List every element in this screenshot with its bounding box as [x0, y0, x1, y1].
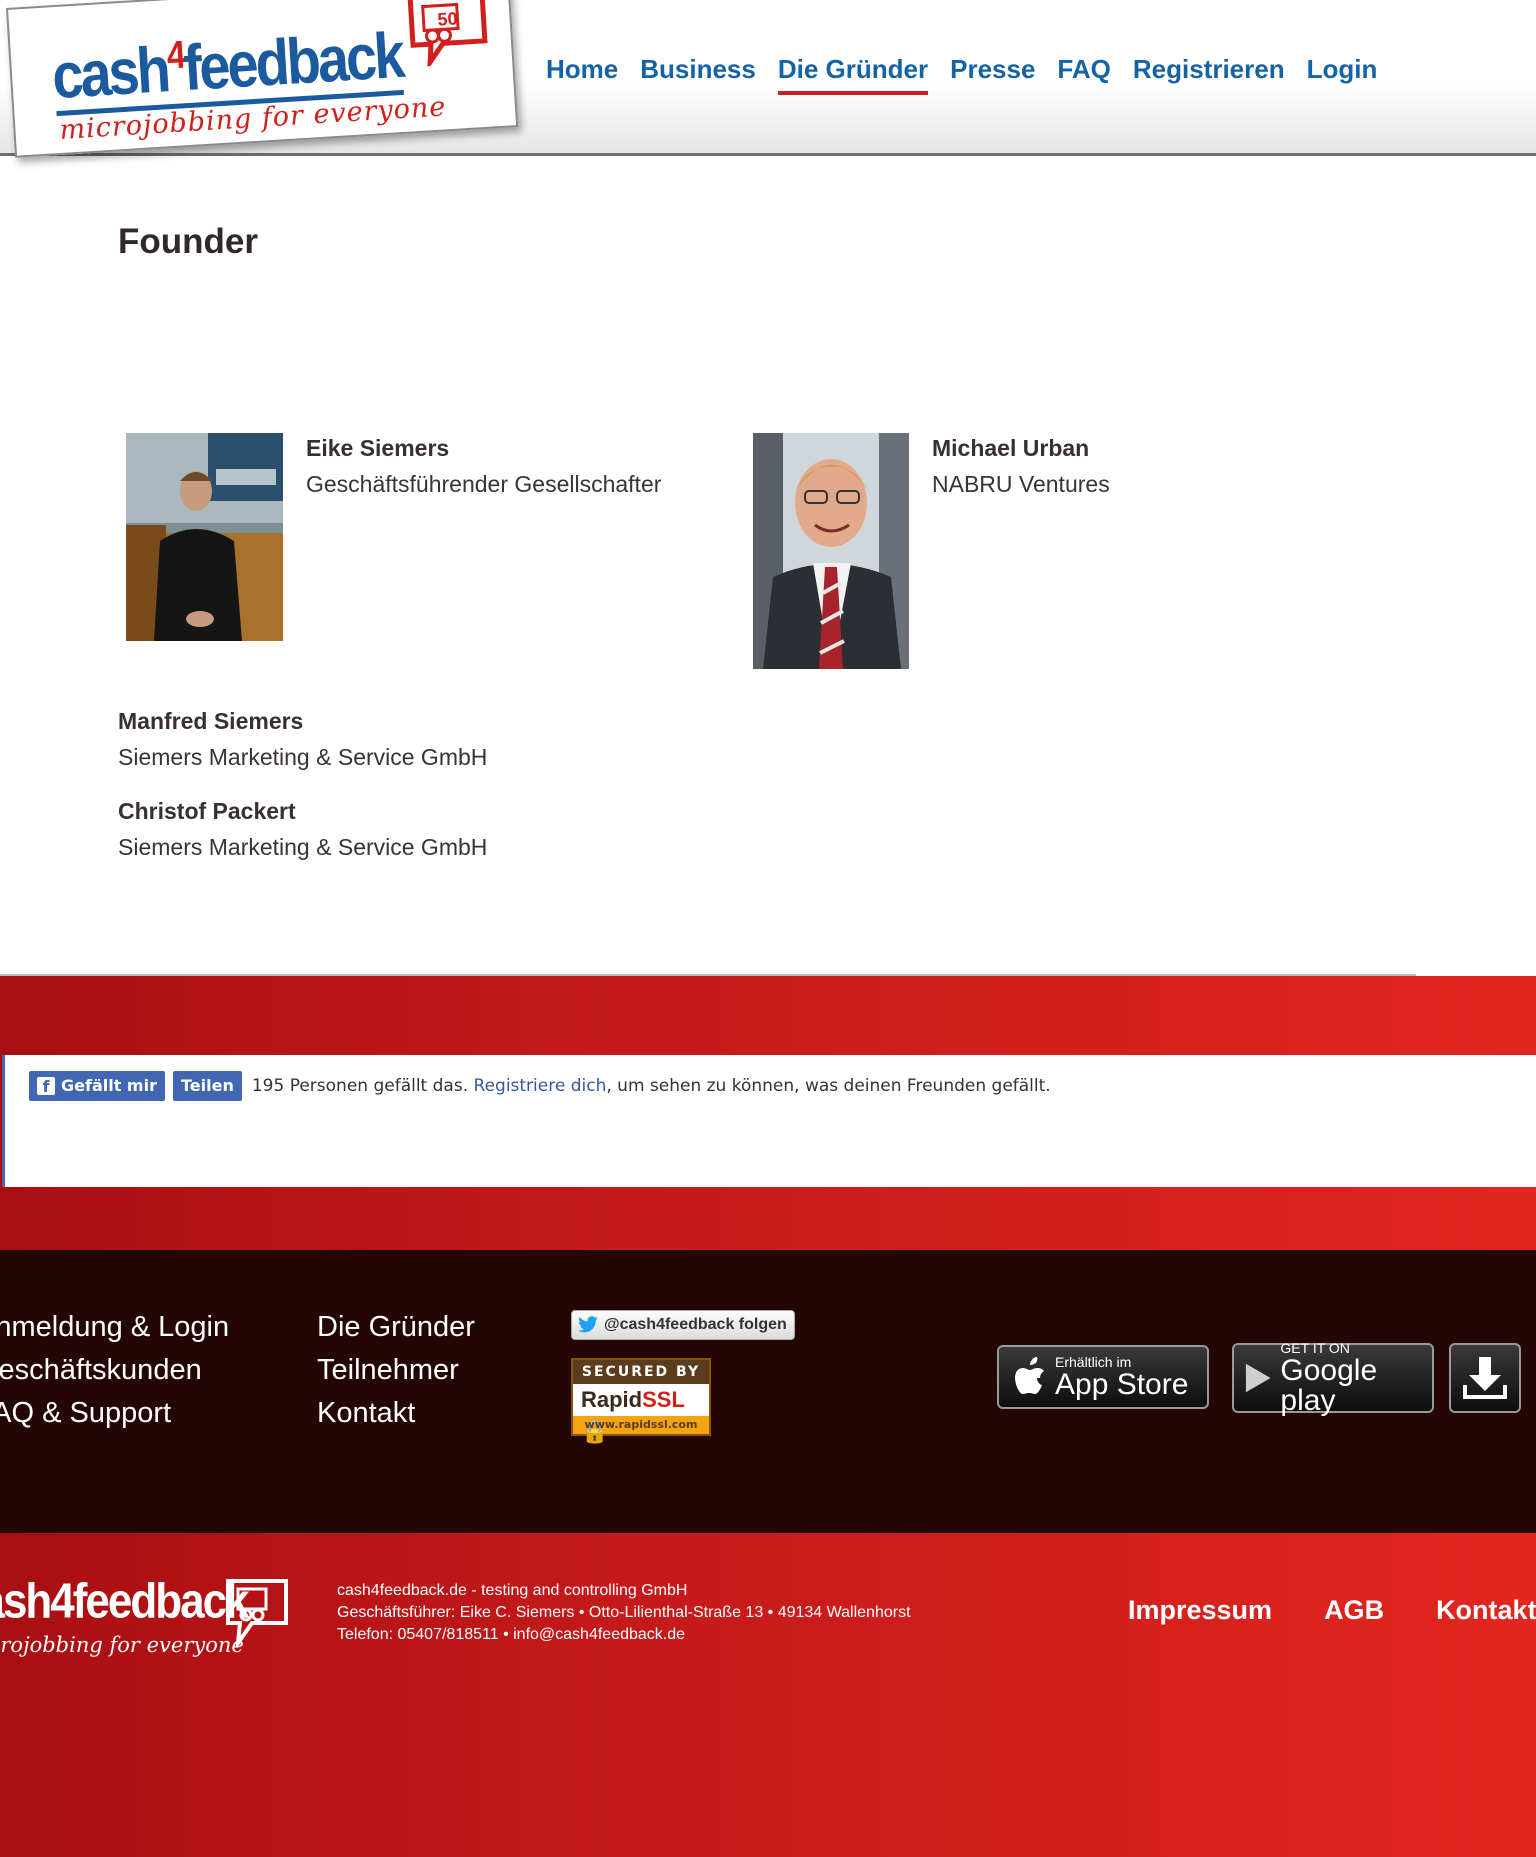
footer-col-1: Anmeldung & Login Geschäftskunden FAQ & … — [0, 1306, 229, 1435]
footer-link-faq-support[interactable]: FAQ & Support — [0, 1392, 229, 1435]
twitter-bird-icon — [578, 1316, 598, 1333]
facebook-like-text: 195 Personen gefällt das. Registriere di… — [251, 1076, 1051, 1096]
nav-home[interactable]: Home — [546, 54, 618, 95]
founder-photo-michael — [753, 433, 909, 669]
founder-role: NABRU Ventures — [932, 471, 1110, 497]
nav-presse[interactable]: Presse — [950, 54, 1035, 95]
footer-link-agb[interactable]: AGB — [1324, 1595, 1384, 1626]
nav-die-gruender[interactable]: Die Gründer — [777, 54, 929, 95]
nav-business[interactable]: Business — [640, 54, 756, 95]
footer-links-area: Anmeldung & Login Geschäftskunden FAQ & … — [0, 1250, 1536, 1533]
footer-link-kontakt-bottom[interactable]: Kontakt — [1436, 1595, 1536, 1626]
founder-card-eike: Eike Siemers Geschäftsführender Gesellsc… — [126, 433, 661, 641]
apple-icon — [1015, 1357, 1044, 1394]
site-logo[interactable]: cash4feedback microjobbing for everyone … — [6, 0, 519, 158]
download-icon — [1463, 1357, 1507, 1399]
footer-link-teilnehmer[interactable]: Teilnehmer — [317, 1349, 475, 1392]
founder-photo-eike — [126, 433, 283, 641]
footer-col-2: Die Gründer Teilnehmer Kontakt — [317, 1306, 475, 1435]
facebook-register-link[interactable]: Registriere dich — [474, 1076, 607, 1096]
facebook-like-box: f Gefällt mir Teilen 195 Personen gefäll… — [2, 1055, 1536, 1187]
site-header: cash4feedback microjobbing for everyone … — [0, 0, 1536, 158]
google-play-button[interactable]: GET IT ON Google play — [1232, 1340, 1434, 1416]
founder-name: Michael Urban — [932, 435, 1090, 461]
rapidssl-badge[interactable]: SECURED BY RapidSSL 🔒 www.rapidssl.com — [571, 1358, 711, 1444]
play-triangle-icon — [1245, 1363, 1271, 1393]
footer-link-geschaeftskunden[interactable]: Geschäftskunden — [0, 1349, 229, 1392]
nav-registrieren[interactable]: Registrieren — [1133, 54, 1285, 95]
founder-name: Manfred Siemers — [118, 708, 304, 734]
footer-link-impressum[interactable]: Impressum — [1128, 1595, 1272, 1626]
footer-logo[interactable]: cash4feedback microjobbing for everyone — [0, 1574, 298, 1677]
speech-bubble-icon — [226, 1579, 288, 1647]
speech-bubble-icon: 50 — [407, 0, 488, 68]
company-address: cash4feedback.de - testing and controlli… — [337, 1582, 911, 1643]
footer-link-kontakt[interactable]: Kontakt — [317, 1392, 475, 1435]
facebook-share-button[interactable]: Teilen — [172, 1071, 242, 1101]
bubble-number: 50 — [437, 8, 458, 29]
legal-links: Impressum AGB Kontakt — [1128, 1595, 1536, 1626]
app-store-button[interactable]: Erhältlich im App Store — [997, 1345, 1209, 1409]
footer-link-die-gruender[interactable]: Die Gründer — [317, 1306, 475, 1349]
page: cash4feedback microjobbing for everyone … — [0, 0, 1536, 1857]
facebook-like-button[interactable]: f Gefällt mir — [29, 1071, 165, 1101]
footer-link-anmeldung[interactable]: Anmeldung & Login — [0, 1306, 229, 1349]
nav-faq[interactable]: FAQ — [1057, 54, 1110, 95]
founder-name: Christof Packert — [118, 798, 296, 824]
founder-card-michael: Michael Urban NABRU Ventures — [753, 433, 1110, 669]
download-button[interactable] — [1449, 1343, 1521, 1413]
founder-name: Eike Siemers — [306, 435, 450, 461]
footer-bottom: cash4feedback microjobbing for everyone … — [0, 1533, 1536, 1857]
twitter-follow-button[interactable]: @cash4feedback folgen — [571, 1310, 795, 1340]
founder-item-christof: Christof Packert Siemers Marketing & Ser… — [118, 796, 487, 864]
founder-role: Geschäftsführender Gesellschafter — [306, 471, 662, 497]
nav-login[interactable]: Login — [1307, 54, 1378, 95]
page-title: Founder — [118, 222, 258, 261]
founder-role: Siemers Marketing & Service GmbH — [118, 744, 488, 770]
founder-role: Siemers Marketing & Service GmbH — [118, 834, 488, 860]
main-nav: Home Business Die Gründer Presse FAQ Reg… — [546, 54, 1377, 95]
facebook-icon: f — [37, 1077, 55, 1096]
founder-item-manfred: Manfred Siemers Siemers Marketing & Serv… — [118, 706, 487, 774]
